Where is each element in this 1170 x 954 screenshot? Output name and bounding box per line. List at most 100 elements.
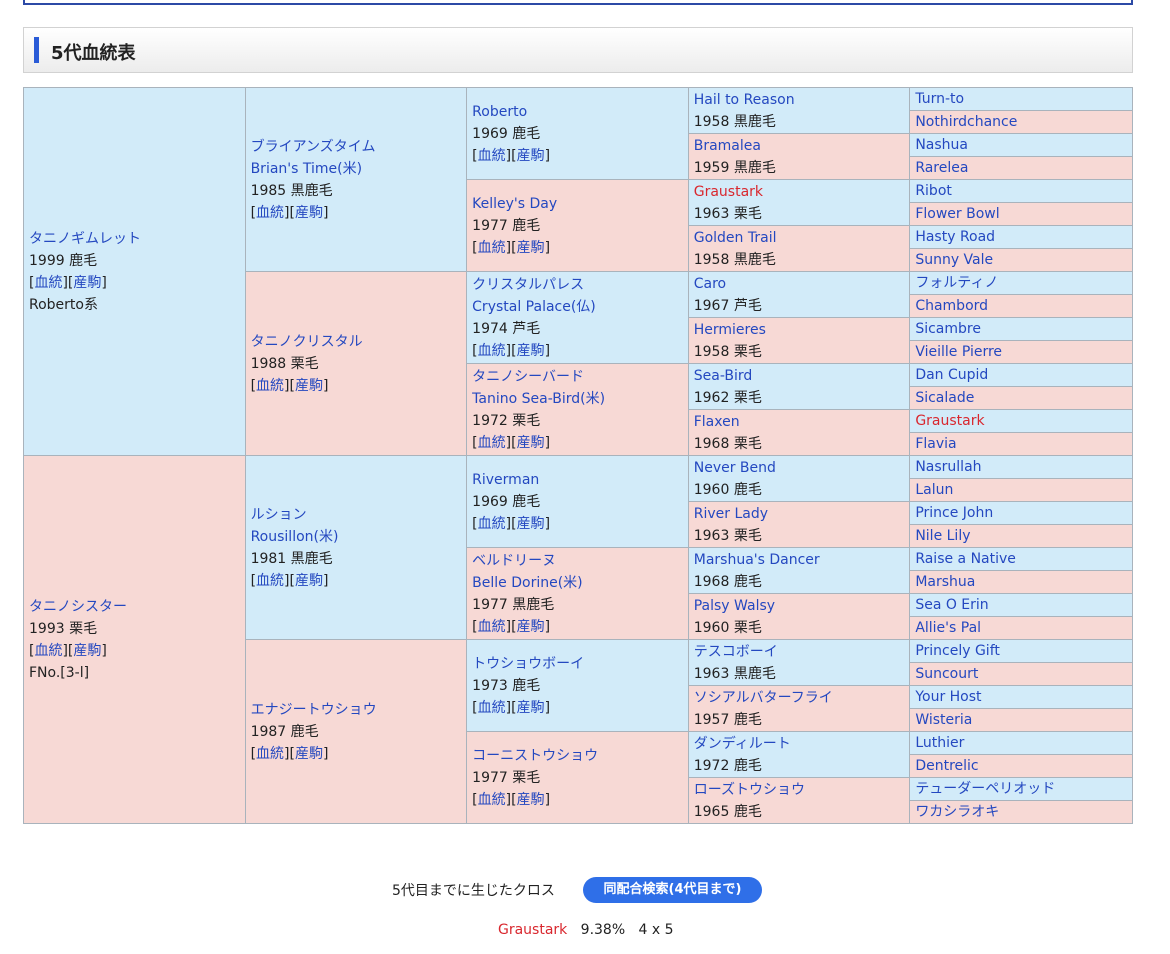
gen2-1-bloodline-link[interactable]: 血統 [256, 205, 284, 221]
gen2-1-name[interactable]: ブライアンズタイム [251, 139, 376, 155]
gen3-4-en-name[interactable]: Tanino Sea-Bird(米) [472, 391, 605, 407]
gen1-1-bloodline-link[interactable]: 血統 [34, 275, 62, 291]
gen2-3-progeny-link[interactable]: 産駒 [295, 573, 323, 589]
gen1-2-progeny-link[interactable]: 産駒 [73, 643, 101, 659]
gen2-2-name[interactable]: タニノクリスタル [251, 334, 363, 350]
gen5-27-name[interactable]: Your Host [915, 689, 981, 705]
gen3-6-name[interactable]: ベルドリーヌ [472, 553, 556, 569]
gen4-10-name[interactable]: River Lady [694, 506, 768, 522]
gen5-20-name[interactable]: Nile Lily [915, 528, 970, 544]
gen2-3-name[interactable]: ルション [251, 507, 307, 523]
gen5-19-name[interactable]: Prince John [915, 505, 993, 521]
gen5-7-name[interactable]: Hasty Road [915, 229, 995, 245]
gen2-2-progeny-link[interactable]: 産駒 [295, 378, 323, 394]
gen4-3-name[interactable]: Graustark [694, 184, 763, 200]
gen5-32-name[interactable]: ワカシラオキ [915, 804, 999, 820]
gen5-8-name[interactable]: Sunny Vale [915, 252, 993, 268]
cross-horse-link[interactable]: Graustark [498, 922, 567, 938]
gen3-3-name[interactable]: クリスタルパレス [472, 277, 584, 293]
gen5-22-name[interactable]: Marshua [915, 574, 975, 590]
gen4-15-name[interactable]: ダンディルート [694, 736, 791, 752]
gen3-1-bloodline-link[interactable]: 血統 [478, 148, 506, 164]
gen3-7-bloodline-link[interactable]: 血統 [478, 700, 506, 716]
gen3-3-bloodline-link[interactable]: 血統 [478, 343, 506, 359]
gen3-1-name[interactable]: Roberto [472, 104, 527, 120]
gen3-3-en-name[interactable]: Crystal Palace(仏) [472, 299, 596, 315]
gen5-30-name[interactable]: Dentrelic [915, 758, 978, 774]
gen2-4-progeny-link[interactable]: 産駒 [295, 746, 323, 762]
gen4-16-name[interactable]: ローズトウショウ [694, 782, 805, 798]
ancestor-gen5-27: Your Host [909, 685, 1133, 709]
gen5-23-name[interactable]: Sea O Erin [915, 597, 988, 613]
gen3-3-progeny-link[interactable]: 産駒 [517, 343, 545, 359]
gen4-12-name[interactable]: Palsy Walsy [694, 598, 775, 614]
same-mating-search-button[interactable]: 同配合検索(4代目まで) [583, 877, 762, 903]
gen5-14-name[interactable]: Sicalade [915, 390, 974, 406]
gen3-1-progeny-link[interactable]: 産駒 [517, 148, 545, 164]
gen4-8-name[interactable]: Flaxen [694, 414, 740, 430]
gen5-29-name[interactable]: Luthier [915, 735, 964, 751]
gen5-13-name[interactable]: Dan Cupid [915, 367, 988, 383]
gen3-6-bloodline-link[interactable]: 血統 [478, 619, 506, 635]
gen1-2-bloodline-link[interactable]: 血統 [34, 643, 62, 659]
gen2-3-en-name[interactable]: Rousillon(米) [251, 529, 339, 545]
gen5-24-name[interactable]: Allie's Pal [915, 620, 981, 636]
gen5-26-name[interactable]: Suncourt [915, 666, 978, 682]
gen3-6-en-name[interactable]: Belle Dorine(米) [472, 575, 582, 591]
gen5-25-name[interactable]: Princely Gift [915, 643, 1000, 659]
gen3-5-name[interactable]: Riverman [472, 472, 539, 488]
gen5-18-name[interactable]: Lalun [915, 482, 953, 498]
gen2-3-bloodline-link[interactable]: 血統 [256, 573, 284, 589]
gen3-2-progeny-link[interactable]: 産駒 [517, 240, 545, 256]
gen5-31-name[interactable]: テューダーペリオッド [915, 781, 1055, 797]
gen4-6-name[interactable]: Hermieres [694, 322, 766, 338]
gen3-8-name[interactable]: コーニストウショウ [472, 748, 598, 764]
gen4-14-name[interactable]: ソシアルバターフライ [694, 690, 833, 706]
gen5-2-name[interactable]: Nothirdchance [915, 114, 1017, 130]
gen5-4-name[interactable]: Rarelea [915, 160, 968, 176]
gen3-2-bloodline-link[interactable]: 血統 [478, 240, 506, 256]
gen5-5-name[interactable]: Ribot [915, 183, 952, 199]
gen5-16-name[interactable]: Flavia [915, 436, 956, 452]
gen2-1-progeny-link[interactable]: 産駒 [295, 205, 323, 221]
gen4-8-info: 1968 栗毛 [693, 435, 762, 452]
gen2-2-bloodline-link[interactable]: 血統 [256, 378, 284, 394]
gen4-1-name[interactable]: Hail to Reason [694, 92, 795, 108]
gen5-28-name[interactable]: Wisteria [915, 712, 972, 728]
gen5-10-name[interactable]: Chambord [915, 298, 988, 314]
gen4-9-name[interactable]: Never Bend [694, 460, 776, 476]
gen3-5-progeny-link[interactable]: 産駒 [517, 516, 545, 532]
gen3-8-bloodline-link[interactable]: 血統 [478, 792, 506, 808]
gen5-6-name[interactable]: Flower Bowl [915, 206, 999, 222]
gen2-1-en-name[interactable]: Brian's Time(米) [251, 161, 362, 177]
gen2-4-bloodline-link[interactable]: 血統 [256, 746, 284, 762]
gen5-17-name[interactable]: Nasrullah [915, 459, 981, 475]
gen4-11-name[interactable]: Marshua's Dancer [694, 552, 820, 568]
gen5-9-name[interactable]: フォルティノ [915, 275, 998, 291]
gen5-1-name[interactable]: Turn-to [915, 91, 964, 107]
gen2-4-name[interactable]: エナジートウショウ [251, 702, 377, 718]
gen3-8-progeny-link[interactable]: 産駒 [517, 792, 545, 808]
gen3-2-name[interactable]: Kelley's Day [472, 196, 557, 212]
gen1-1-name[interactable]: タニノギムレット [29, 231, 141, 247]
gen3-7-name[interactable]: トウショウボーイ [472, 656, 584, 672]
gen5-21-name[interactable]: Raise a Native [915, 551, 1016, 567]
gen3-4-progeny-link[interactable]: 産駒 [517, 435, 545, 451]
gen5-11-name[interactable]: Sicambre [915, 321, 981, 337]
gen3-5-bloodline-link[interactable]: 血統 [478, 516, 506, 532]
gen3-6-progeny-link[interactable]: 産駒 [517, 619, 545, 635]
gen5-3-name[interactable]: Nashua [915, 137, 968, 153]
gen5-12-name[interactable]: Vieille Pierre [915, 344, 1002, 360]
gen1-2-name[interactable]: タニノシスター [29, 599, 127, 615]
gen4-5-name[interactable]: Caro [694, 276, 726, 292]
gen4-4-name[interactable]: Golden Trail [694, 230, 777, 246]
gen4-13-name[interactable]: テスコボーイ [694, 644, 778, 660]
gen3-4-bloodline-link[interactable]: 血統 [478, 435, 506, 451]
gen4-2-name[interactable]: Bramalea [694, 138, 761, 154]
gen3-7-progeny-link[interactable]: 産駒 [517, 700, 545, 716]
gen4-7-name[interactable]: Sea-Bird [694, 368, 753, 384]
gen3-4-name[interactable]: タニノシーバード [472, 369, 584, 385]
gen1-1-progeny-link[interactable]: 産駒 [73, 275, 101, 291]
ancestor-gen5-4: Rarelea [909, 156, 1133, 180]
gen5-15-name[interactable]: Graustark [915, 413, 984, 429]
